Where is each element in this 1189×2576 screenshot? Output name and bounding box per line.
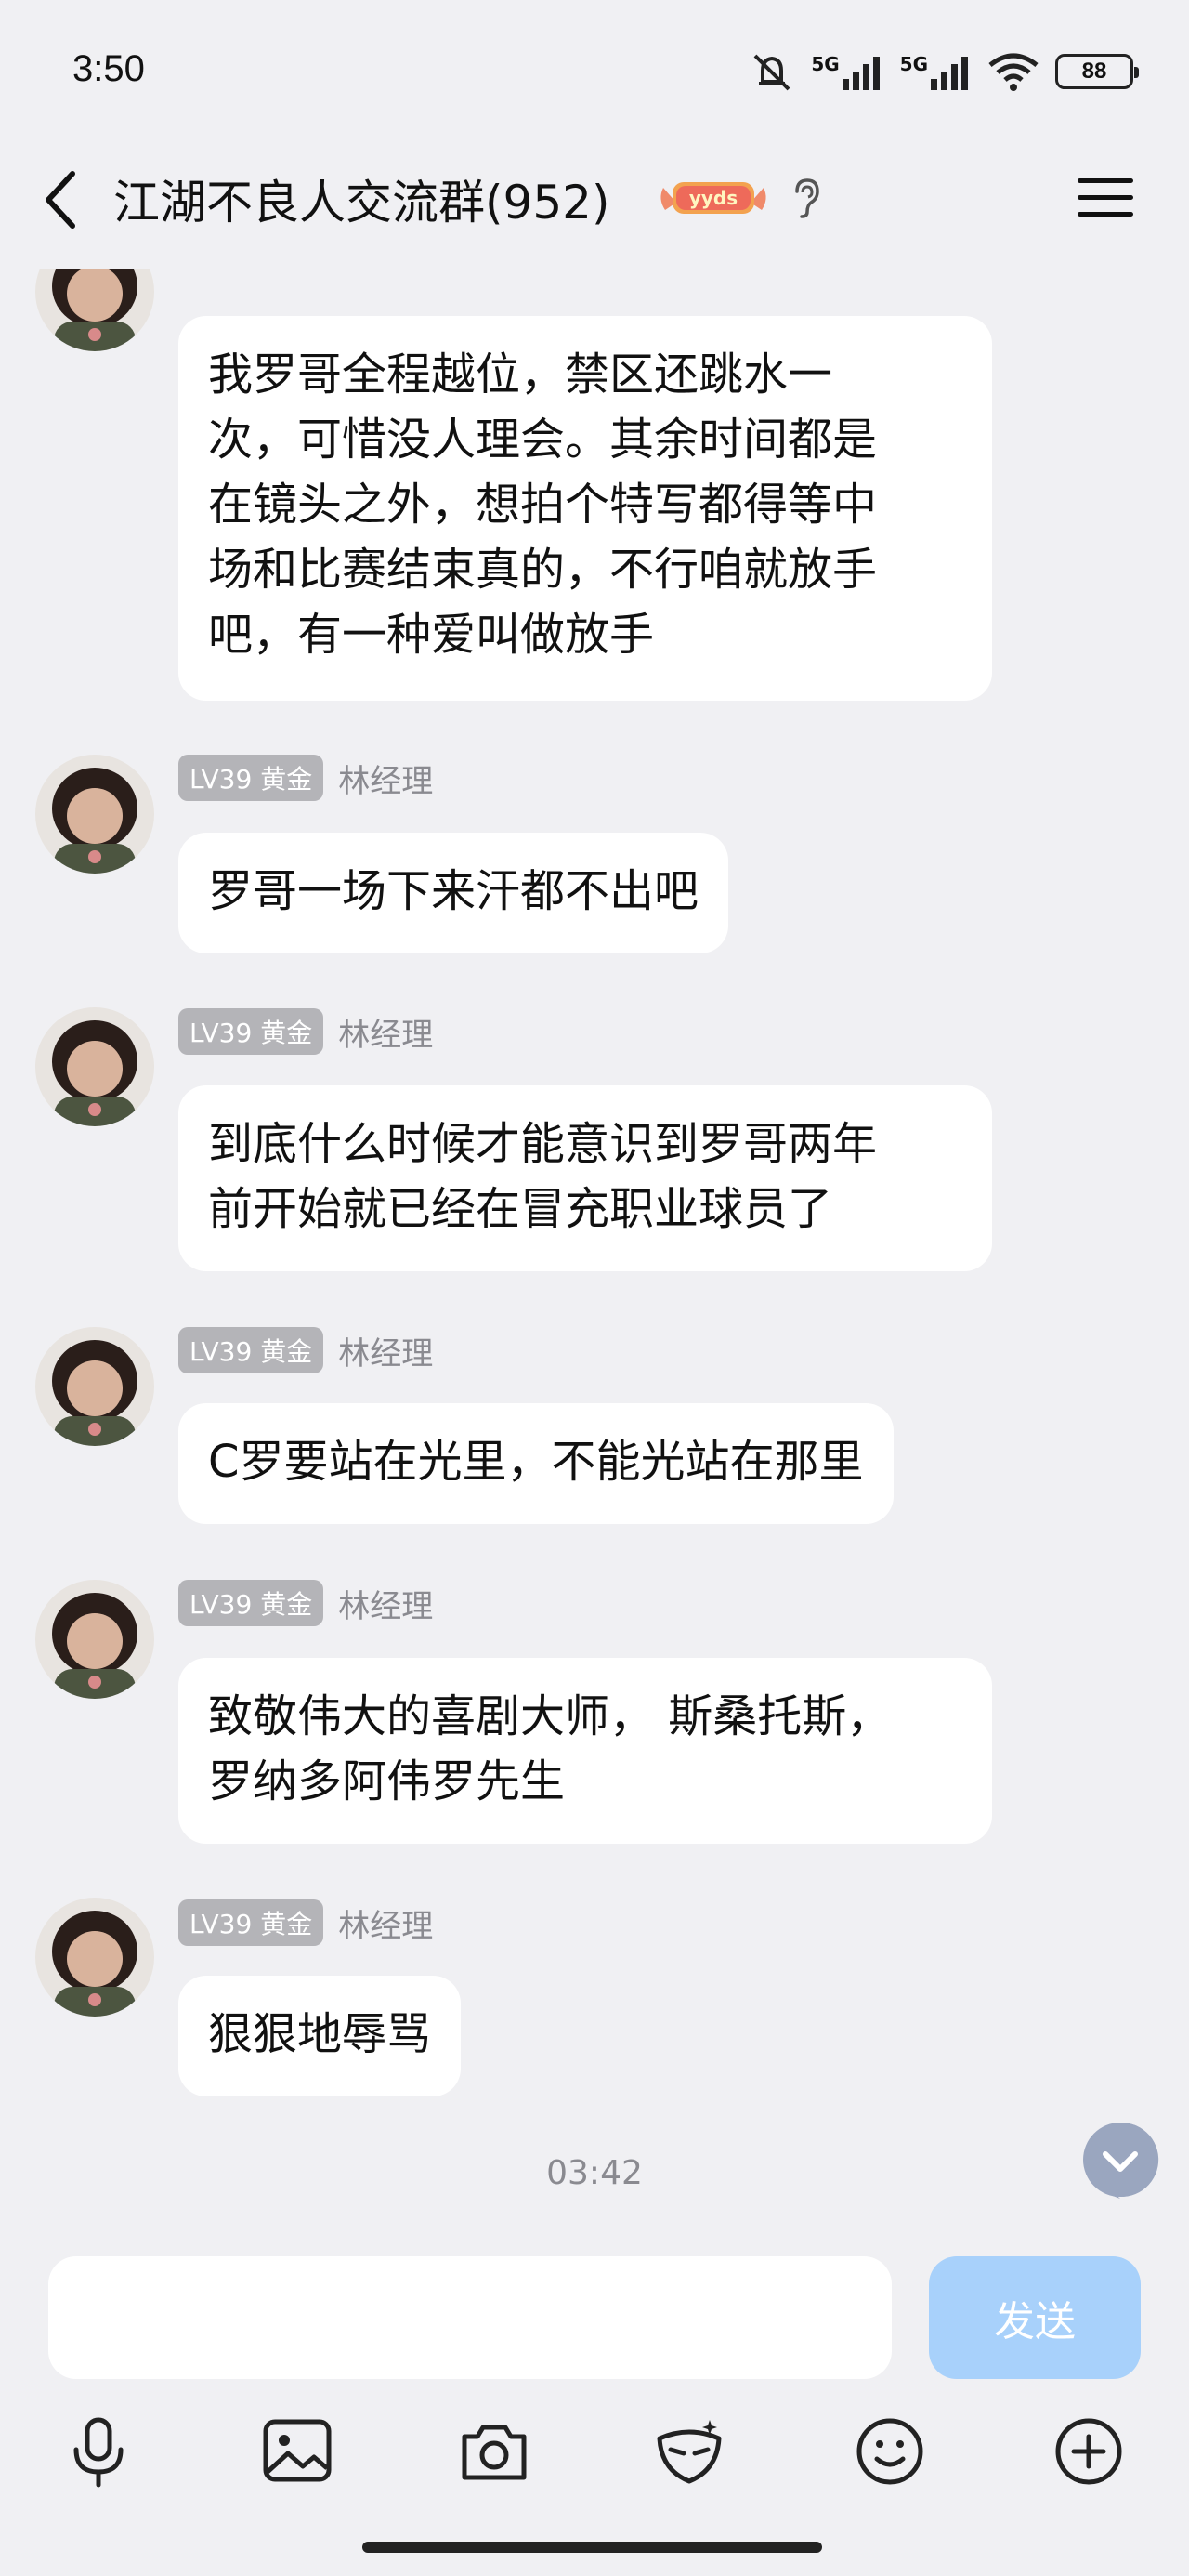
signal-bars-icon	[931, 57, 968, 90]
battery-indicator: 88	[1055, 54, 1139, 89]
message-meta: LV39 黄金 林经理	[178, 1899, 433, 1946]
home-indicator[interactable]	[362, 2542, 822, 2553]
level-badge: LV39 黄金	[178, 755, 324, 801]
message-meta: LV39 黄金 林经理	[178, 755, 433, 801]
plus-icon[interactable]	[1052, 2414, 1126, 2489]
message-bubble[interactable]: 我罗哥全程越位，禁区还跳水一 次，可惜没人理会。其余时间都是 在镜头之外，想拍个…	[178, 316, 992, 701]
sender-name[interactable]: 林经理	[338, 1328, 433, 1373]
message-text-line: 罗哥一场下来汗都不出吧	[208, 865, 699, 917]
camera-icon[interactable]	[457, 2414, 531, 2489]
level-badge: LV39 黄金	[178, 1580, 324, 1626]
message-text-line: 前开始就已经在冒充职业球员了	[208, 1183, 833, 1235]
avatar[interactable]	[35, 1007, 154, 1126]
avatar[interactable]	[35, 755, 154, 874]
emoji-icon[interactable]	[853, 2414, 927, 2489]
level-badge: LV39 黄金	[178, 1008, 324, 1055]
message-bubble[interactable]: 罗哥一场下来汗都不出吧	[178, 833, 729, 953]
message-bubble[interactable]: C罗要站在光里，不能光站在那里	[178, 1403, 894, 1524]
sender-name[interactable]: 林经理	[338, 1009, 433, 1055]
message-text-line: 在镜头之外，想拍个特写都得等中	[208, 479, 878, 531]
level-badge: LV39 黄金	[178, 1899, 324, 1946]
message-bubble[interactable]: 到底什么时候才能意识到罗哥两年 前开始就已经在冒充职业球员了	[178, 1085, 992, 1271]
message-meta: LV39 黄金 林经理	[178, 1580, 433, 1626]
send-button[interactable]: 发送	[929, 2256, 1141, 2379]
yyds-badge-icon: yyds	[660, 182, 766, 214]
sender-name[interactable]: 林经理	[338, 1581, 433, 1626]
image-icon[interactable]	[260, 2414, 334, 2489]
back-icon[interactable]	[37, 163, 84, 237]
message-text-line: C罗要站在光里，不能光站在那里	[208, 1436, 864, 1488]
status-time: 3:50	[72, 48, 145, 89]
sender-name[interactable]: 林经理	[338, 756, 433, 801]
mute-icon	[753, 54, 790, 91]
ear-icon[interactable]	[788, 175, 825, 221]
battery-level: 88	[1081, 59, 1107, 84]
message-text-line: 致敬伟大的喜剧大师， 斯桑托斯，	[208, 1690, 892, 1742]
message-meta: LV39 黄金 林经理	[178, 1327, 433, 1373]
signal-label-2: 5G	[899, 53, 928, 75]
message-text-line: 罗纳多阿伟罗先生	[208, 1755, 566, 1807]
message-text-line: 我罗哥全程越位，禁区还跳水一	[208, 348, 833, 401]
microphone-icon[interactable]	[61, 2414, 136, 2489]
signal-5g-2: 5G	[900, 53, 972, 90]
message-text-line: 狠狠地辱骂	[208, 2008, 432, 2060]
menu-icon[interactable]	[1076, 175, 1135, 221]
scroll-to-bottom-icon[interactable]	[1079, 2119, 1161, 2201]
sticker-mask-icon[interactable]	[652, 2414, 726, 2489]
message-input[interactable]	[48, 2256, 892, 2379]
message-timestamp: 03:42	[546, 2154, 643, 2192]
avatar[interactable]	[35, 1327, 154, 1446]
message-text-line: 吧，有一种爱叫做放手	[208, 609, 655, 661]
message-text-line: 到底什么时候才能意识到罗哥两年	[208, 1118, 878, 1170]
message-bubble[interactable]: 致敬伟大的喜剧大师， 斯桑托斯， 罗纳多阿伟罗先生	[178, 1658, 992, 1844]
status-bar: 3:50 5G 5G 88	[0, 0, 1189, 149]
signal-label-1: 5G	[811, 53, 840, 75]
level-badge: LV39 黄金	[178, 1327, 324, 1373]
message-meta: LV39 黄金 林经理	[178, 1008, 433, 1055]
avatar[interactable]	[35, 1898, 154, 2017]
message-text-line: 场和比赛结束真的，不行咱就放手	[208, 544, 878, 596]
yyds-badge-text: yyds	[689, 187, 738, 209]
status-icons: 5G 5G 88	[750, 48, 1139, 95]
signal-5g-1: 5G	[811, 53, 882, 90]
sender-name[interactable]: 林经理	[338, 1900, 433, 1946]
group-title[interactable]: 江湖不良人交流群(952)	[113, 165, 609, 232]
message-bubble[interactable]: 狠狠地辱骂	[178, 1976, 462, 2096]
signal-bars-icon	[842, 57, 880, 90]
message-text-line: 次，可惜没人理会。其余时间都是	[208, 414, 878, 466]
wifi-icon	[988, 53, 1039, 91]
avatar[interactable]	[35, 1580, 154, 1699]
